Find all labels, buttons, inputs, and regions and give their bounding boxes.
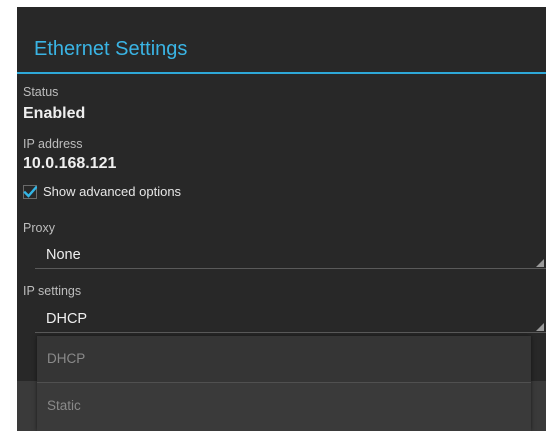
checkmark-icon (23, 185, 37, 199)
show-advanced-options-row[interactable]: Show advanced options (23, 183, 181, 201)
screen: Ethernet Settings Status Enabled IP addr… (0, 0, 546, 431)
ip-address-value: 10.0.168.121 (23, 155, 117, 172)
ip-settings-spinner[interactable]: DHCP (35, 307, 546, 333)
proxy-selected-value: None (46, 247, 81, 263)
dropdown-option-label: DHCP (47, 351, 86, 366)
title-divider (17, 72, 546, 74)
show-advanced-options-checkbox[interactable] (23, 185, 37, 199)
show-advanced-options-label: Show advanced options (43, 184, 182, 199)
proxy-spinner-underline (35, 268, 546, 269)
ip-address-label: IP address (23, 137, 83, 151)
dropdown-option-label: Static (47, 398, 81, 413)
status-value: Enabled (23, 105, 86, 122)
ip-settings-dropdown: DHCP Static (37, 336, 531, 431)
proxy-spinner[interactable]: None (35, 243, 546, 269)
dropdown-option-dhcp[interactable]: DHCP (37, 336, 531, 382)
dialog-title: Ethernet Settings (34, 38, 188, 60)
spinner-corner-triangle-icon (536, 259, 544, 267)
ip-settings-label: IP settings (23, 284, 82, 298)
status-label: Status (23, 85, 59, 99)
ip-settings-selected-value: DHCP (46, 311, 88, 327)
spinner-corner-triangle-icon (536, 323, 544, 331)
proxy-label: Proxy (23, 221, 55, 235)
dropdown-option-static[interactable]: Static (37, 383, 531, 429)
ip-settings-spinner-underline (35, 332, 546, 333)
